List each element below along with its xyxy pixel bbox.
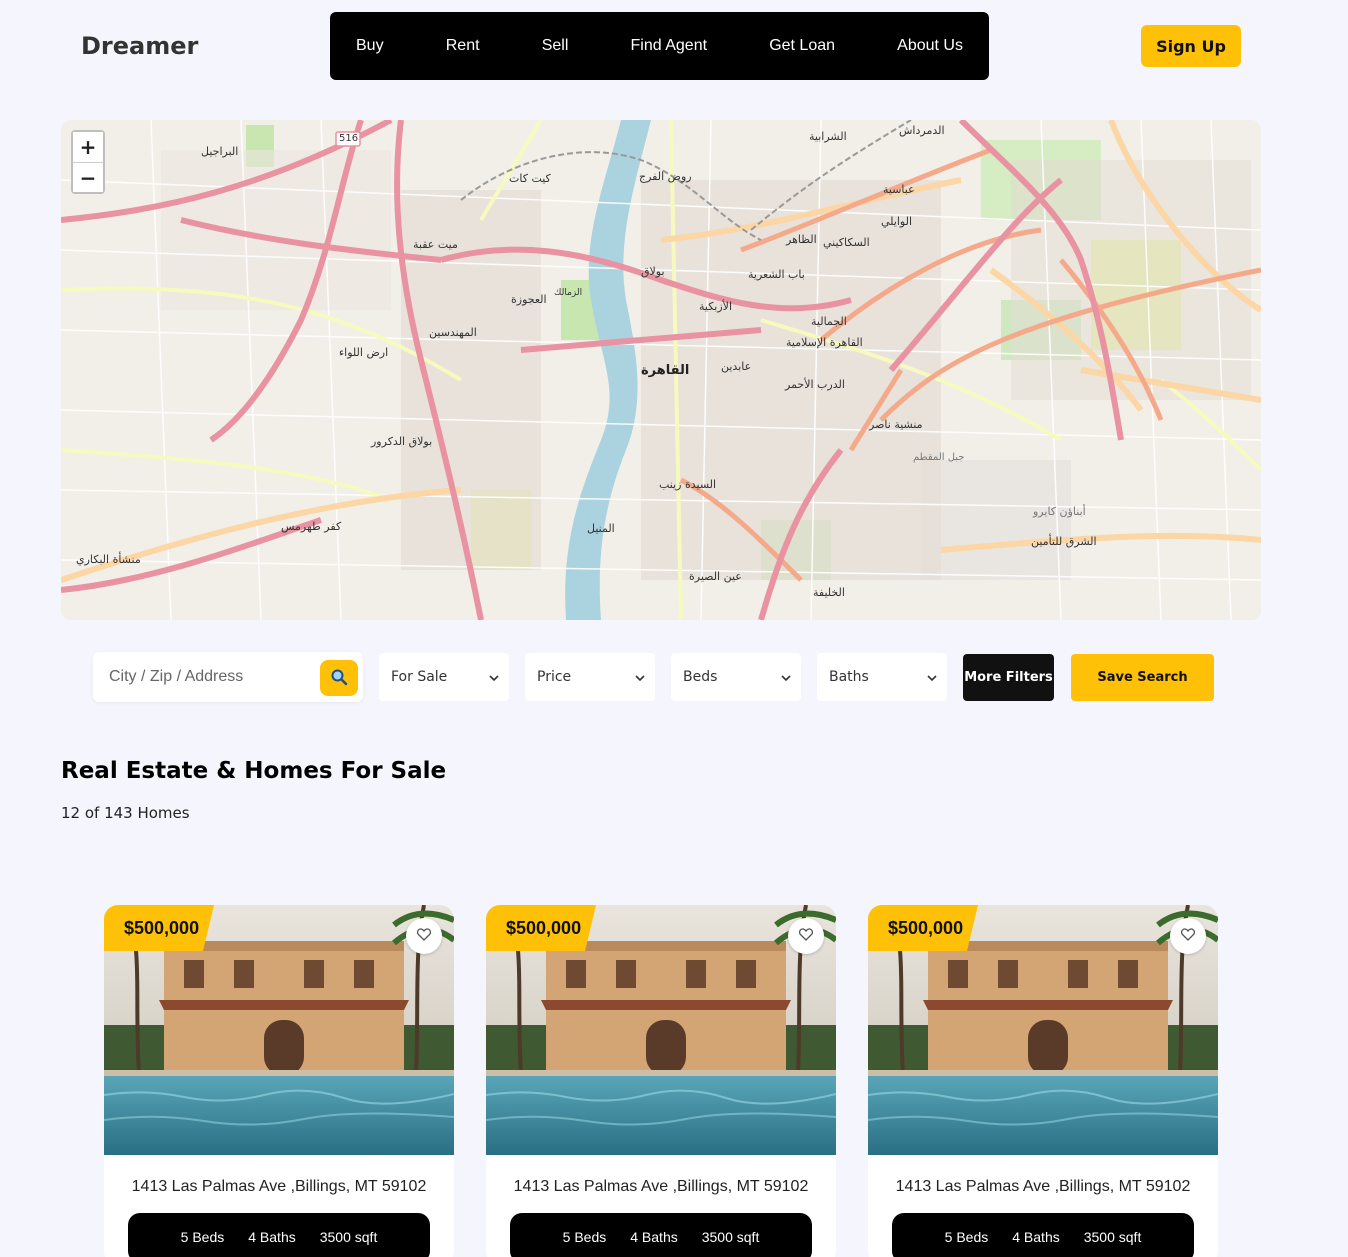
- price-tag: $500,000: [104, 905, 214, 951]
- beds-select-value: Beds: [683, 669, 718, 685]
- property-address: 1413 Las Palmas Ave ,Billings, MT 59102: [131, 1178, 427, 1195]
- map-label: الجمالية: [811, 315, 847, 328]
- map-label: كفر طهرمس: [281, 520, 342, 533]
- map-label: القاهرة الإسلامية: [786, 336, 863, 349]
- baths-count: 4 Baths: [1012, 1229, 1060, 1245]
- map-label: الشرق للتأمين: [1031, 535, 1097, 548]
- map-label: بولاق: [641, 265, 665, 278]
- map-label: المنيل: [587, 522, 615, 535]
- baths-count: 4 Baths: [248, 1229, 296, 1245]
- nav-about-us[interactable]: About Us: [897, 37, 963, 55]
- zoom-out-button[interactable]: −: [73, 162, 103, 192]
- beds-count: 5 Beds: [180, 1229, 225, 1245]
- zoom-in-button[interactable]: +: [73, 132, 103, 162]
- nav-find-agent[interactable]: Find Agent: [631, 37, 708, 55]
- zoom-control: + −: [71, 130, 105, 194]
- map-label: الخليفة: [813, 586, 845, 599]
- save-search-button[interactable]: Save Search: [1071, 654, 1214, 701]
- map-label: عابدين: [721, 360, 752, 373]
- baths-select-value: Baths: [829, 669, 869, 685]
- property-address: 1413 Las Palmas Ave ,Billings, MT 59102: [895, 1178, 1191, 1195]
- map-label: كيت كات: [509, 172, 551, 185]
- nav-rent[interactable]: Rent: [446, 37, 480, 55]
- favorite-button[interactable]: [788, 918, 824, 954]
- nav-buy[interactable]: Buy: [356, 37, 384, 55]
- sqft-count: 3500 sqft: [319, 1229, 378, 1245]
- more-filters-button[interactable]: More Filters: [963, 654, 1054, 701]
- map[interactable]: + − 516 البراجيل كيت كات روض الفرج الشرا…: [61, 120, 1261, 620]
- chevron-down-icon: [927, 669, 937, 685]
- map-label: بولاق الدكرور: [371, 435, 433, 448]
- search-button[interactable]: [320, 660, 358, 696]
- search-icon: [330, 668, 348, 689]
- price-tag: $500,000: [868, 905, 978, 951]
- heart-icon: [416, 928, 432, 944]
- brand-logo[interactable]: Dreamer: [81, 32, 198, 60]
- map-label: السكاكيني: [823, 236, 870, 249]
- map-label: الدمرداش: [899, 124, 945, 137]
- map-label: السيدة زينب: [659, 478, 717, 491]
- map-label: البراجيل: [201, 145, 239, 158]
- favorite-button[interactable]: [406, 918, 442, 954]
- property-card[interactable]: $500,000 1413 Las Palmas Ave ,Billings, …: [868, 905, 1218, 1257]
- heart-icon: [1180, 928, 1196, 944]
- property-card[interactable]: $500,000 1413 Las Palmas Ave ,Billings, …: [104, 905, 454, 1257]
- map-label-city: القاهرة: [641, 363, 690, 378]
- chevron-down-icon: [489, 669, 499, 685]
- map-label: العجوزة: [511, 293, 547, 306]
- map-label: الظاهر: [786, 233, 817, 246]
- price-select[interactable]: Price: [525, 653, 655, 701]
- map-label: المهندسين: [429, 326, 477, 339]
- road-shield-label: 516: [339, 133, 359, 144]
- sign-up-button[interactable]: Sign Up: [1141, 25, 1241, 67]
- map-label: ارض اللواء: [339, 346, 389, 359]
- map-label: باب الشعرية: [748, 268, 805, 281]
- map-label: عباسية: [883, 183, 915, 196]
- search-input[interactable]: [109, 665, 309, 689]
- map-label: أبناؤن كايرو: [1033, 505, 1086, 518]
- property-specs: 5 Beds 4 Baths 3500 sqft: [128, 1213, 430, 1257]
- nav-sell[interactable]: Sell: [542, 37, 569, 55]
- price-tag: $500,000: [486, 905, 596, 951]
- baths-select[interactable]: Baths: [817, 653, 947, 701]
- map-label: الوايلي: [881, 215, 913, 228]
- page-title: Real Estate & Homes For Sale: [61, 758, 447, 784]
- property-card[interactable]: $500,000 1413 Las Palmas Ave ,Billings, …: [486, 905, 836, 1257]
- property-address: 1413 Las Palmas Ave ,Billings, MT 59102: [513, 1178, 809, 1195]
- map-label: منشية ناصر: [869, 418, 923, 431]
- property-specs: 5 Beds 4 Baths 3500 sqft: [892, 1213, 1194, 1257]
- map-label: جبل المقطم: [913, 452, 965, 463]
- beds-count: 5 Beds: [944, 1229, 989, 1245]
- property-specs: 5 Beds 4 Baths 3500 sqft: [510, 1213, 812, 1257]
- map-label: الزمالك: [554, 288, 583, 298]
- chevron-down-icon: [635, 669, 645, 685]
- map-label: روض الفرج: [639, 170, 692, 183]
- sqft-count: 3500 sqft: [701, 1229, 760, 1245]
- map-label: ميت عقبة: [413, 238, 458, 251]
- chevron-down-icon: [781, 669, 791, 685]
- map-label: الشرابية: [809, 130, 847, 143]
- beds-select[interactable]: Beds: [671, 653, 801, 701]
- price-select-value: Price: [537, 669, 572, 685]
- heart-icon: [798, 928, 814, 944]
- map-label: الدرب الأحمر: [785, 378, 845, 391]
- nav-get-loan[interactable]: Get Loan: [769, 37, 835, 55]
- map-label: منشأة البكاري: [76, 553, 141, 566]
- status-select-value: For Sale: [391, 669, 448, 685]
- map-label: عين الصيرة: [689, 570, 742, 583]
- sqft-count: 3500 sqft: [1083, 1229, 1142, 1245]
- results-count: 12 of 143 Homes: [61, 804, 190, 822]
- baths-count: 4 Baths: [630, 1229, 678, 1245]
- main-nav: Buy Rent Sell Find Agent Get Loan About …: [330, 12, 989, 80]
- map-label: الأزبكية: [699, 300, 732, 313]
- status-select[interactable]: For Sale: [379, 653, 509, 701]
- favorite-button[interactable]: [1170, 918, 1206, 954]
- beds-count: 5 Beds: [562, 1229, 607, 1245]
